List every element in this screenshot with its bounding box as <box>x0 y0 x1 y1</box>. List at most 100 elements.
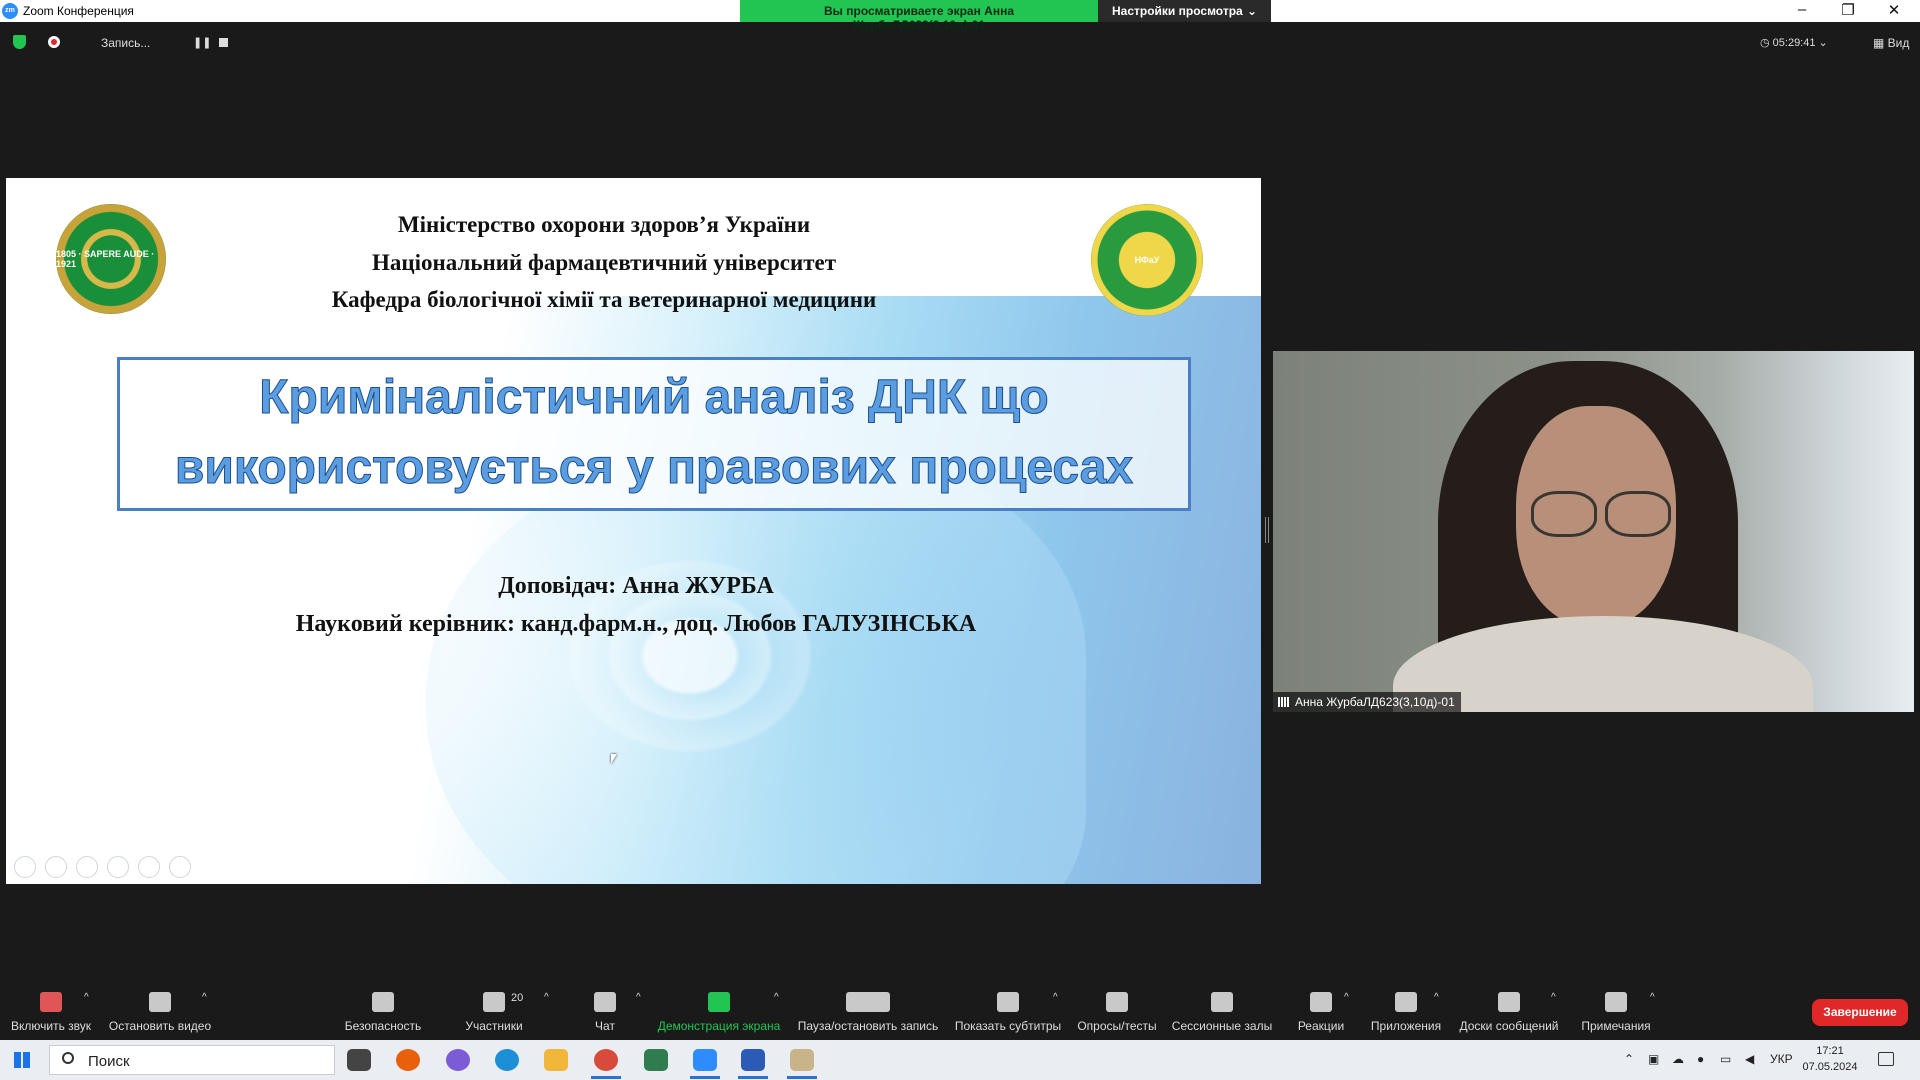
whiteboard-icon <box>1498 992 1520 1012</box>
encryption-shield-icon[interactable] <box>13 35 26 49</box>
word-active-indicator <box>738 1076 768 1079</box>
taskbar-clock[interactable]: 17:21 07.05.2024 <box>1800 1043 1860 1075</box>
screen-share-banner: Вы просматриваете экран Анна ЖурбаЛД623(… <box>740 0 1271 32</box>
share-banner-text: Вы просматриваете экран Анна ЖурбаЛД623(… <box>740 0 1098 32</box>
tray-app-icon[interactable]: ▣ <box>1648 1052 1659 1066</box>
whiteboards-button[interactable]: Доски сообщений <box>1458 982 1560 1040</box>
apps-options-caret[interactable]: ^ <box>1434 992 1439 1003</box>
taskbar-search-input[interactable]: Поиск <box>49 1045 335 1075</box>
notes-options-caret[interactable]: ^ <box>1650 992 1655 1003</box>
task-view-icon[interactable] <box>347 1049 371 1071</box>
shared-screen-slide: 1805 · SAPERE AUDE · 1921 НФаУ Міністерс… <box>6 178 1261 884</box>
search-icon <box>62 1052 74 1064</box>
slide-speaker: Доповідач: Анна ЖУРБА <box>498 573 774 599</box>
input-language[interactable]: УКР <box>1770 1052 1793 1066</box>
captions-button[interactable]: Показать субтитры <box>955 982 1061 1040</box>
slide-title-box: Криміналістичний аналіз ДНК що використо… <box>117 357 1191 511</box>
notes-label: Примечания <box>1581 1019 1651 1033</box>
network-icon[interactable]: ▭ <box>1720 1052 1731 1066</box>
zoom-taskbar-icon[interactable] <box>693 1049 717 1071</box>
calculator-icon[interactable] <box>644 1049 668 1071</box>
security-button[interactable]: Безопасность <box>345 982 421 1040</box>
panel-resize-handle[interactable] <box>1265 517 1269 543</box>
pause-recording-label: Пауза/остановить запись <box>797 1019 939 1033</box>
file-explorer-icon[interactable] <box>544 1049 568 1071</box>
meeting-timer: ◷ 05:29:41 ⌄ <box>1760 37 1828 49</box>
chat-button[interactable]: Чат <box>590 982 620 1040</box>
pause-recording-button[interactable]: Пауза/остановить запись <box>797 982 939 1040</box>
pen-icon[interactable] <box>76 856 98 878</box>
zoom-active-indicator <box>690 1076 720 1079</box>
apps-label: Приложения <box>1370 1019 1442 1033</box>
notes-icon <box>1605 992 1627 1012</box>
cc-icon <box>997 992 1019 1012</box>
whiteboards-options-caret[interactable]: ^ <box>1551 992 1556 1003</box>
emoji-icon <box>1310 992 1332 1012</box>
breakout-rooms-label: Сессионные залы <box>1171 1019 1273 1033</box>
next-slide-icon[interactable] <box>45 856 67 878</box>
reactions-label: Реакции <box>1297 1019 1345 1033</box>
chrome-active-indicator <box>591 1076 621 1079</box>
firefox-icon[interactable] <box>396 1049 420 1071</box>
minimize-button[interactable]: – <box>1782 1 1822 18</box>
unmute-button[interactable]: Включить звук <box>8 982 94 1040</box>
copilot-icon[interactable] <box>446 1049 470 1071</box>
unmute-label: Включить звук <box>10 1019 92 1033</box>
polls-label: Опросы/тесты <box>1077 1019 1157 1033</box>
audio-options-caret[interactable]: ^ <box>84 992 89 1003</box>
participants-label: Участники <box>465 1019 523 1033</box>
participant-video-tile[interactable]: Анна ЖурбаЛД623(3,10д)-01 <box>1273 351 1914 712</box>
restore-button[interactable]: ❐ <box>1828 1 1868 19</box>
video-camera-icon <box>149 992 171 1012</box>
shield-icon <box>372 992 394 1012</box>
participants-options-caret[interactable]: ^ <box>544 992 549 1003</box>
windows-start-icon[interactable] <box>14 1052 30 1068</box>
notes-button[interactable]: Примечания <box>1580 982 1652 1040</box>
grid-icon <box>1211 992 1233 1012</box>
notification-center-icon[interactable] <box>1878 1052 1894 1066</box>
view-options-label: Настройки просмотра <box>1112 4 1243 18</box>
participants-button[interactable]: Участники <box>465 982 523 1040</box>
chrome-icon[interactable] <box>594 1049 618 1071</box>
zoom-logo-icon: zm <box>2 3 18 19</box>
tray-overflow-chevron-icon[interactable]: ⌃ <box>1624 1052 1634 1066</box>
word-icon[interactable] <box>741 1049 765 1071</box>
edge-icon[interactable] <box>495 1049 519 1071</box>
slide-header-ministry: Міністерство охорони здоров’я України <box>397 212 811 237</box>
meeting-toolbar: Включить звук ^ Остановить видео ^ Безоп… <box>0 982 1920 1040</box>
view-button[interactable]: ▦ Вид <box>1873 36 1909 50</box>
reactions-options-caret[interactable]: ^ <box>1344 992 1349 1003</box>
taskbar-time: 17:21 <box>1816 1045 1844 1057</box>
paint-active-indicator <box>787 1076 817 1079</box>
view-options-button[interactable]: Настройки просмотра ⌄ <box>1098 0 1271 22</box>
more-options-icon[interactable] <box>169 856 191 878</box>
stop-recording-icon[interactable] <box>219 38 228 47</box>
polls-button[interactable]: Опросы/тесты <box>1076 982 1158 1040</box>
taskbar-search-placeholder: Поиск <box>88 1053 130 1070</box>
apps-icon <box>1395 992 1417 1012</box>
breakout-rooms-button[interactable]: Сессионные залы <box>1172 982 1272 1040</box>
slide-header-department: Кафедра біологічної хімії та ветеринарно… <box>331 287 877 312</box>
end-meeting-button[interactable]: Завершение <box>1812 999 1908 1026</box>
onedrive-cloud-icon[interactable]: ☁ <box>1672 1052 1684 1066</box>
share-screen-button[interactable]: Демонстрация экрана <box>657 982 781 1040</box>
previous-slide-icon[interactable] <box>14 856 36 878</box>
zoom-icon[interactable] <box>138 856 160 878</box>
meeting-timer-value: 05:29:41 <box>1772 37 1816 49</box>
pause-recording-icon[interactable]: ❚❚ <box>193 36 211 49</box>
grid-view-icon[interactable] <box>107 856 129 878</box>
chat-options-caret[interactable]: ^ <box>636 992 641 1003</box>
close-button[interactable]: ✕ <box>1874 1 1914 19</box>
paint-icon[interactable] <box>790 1049 814 1071</box>
captions-options-caret[interactable]: ^ <box>1053 992 1058 1003</box>
stop-video-button[interactable]: Остановить видео <box>108 982 212 1040</box>
recording-icon <box>48 36 60 48</box>
recording-status: Запись... <box>101 36 151 50</box>
view-button-label: Вид <box>1887 36 1910 50</box>
video-options-caret[interactable]: ^ <box>202 992 207 1003</box>
reactions-button[interactable]: Реакции <box>1297 982 1345 1040</box>
volume-icon[interactable]: ◀ <box>1745 1052 1754 1066</box>
microphone-icon[interactable]: ● <box>1697 1052 1704 1066</box>
share-options-caret[interactable]: ^ <box>774 992 779 1003</box>
apps-button[interactable]: Приложения <box>1369 982 1443 1040</box>
